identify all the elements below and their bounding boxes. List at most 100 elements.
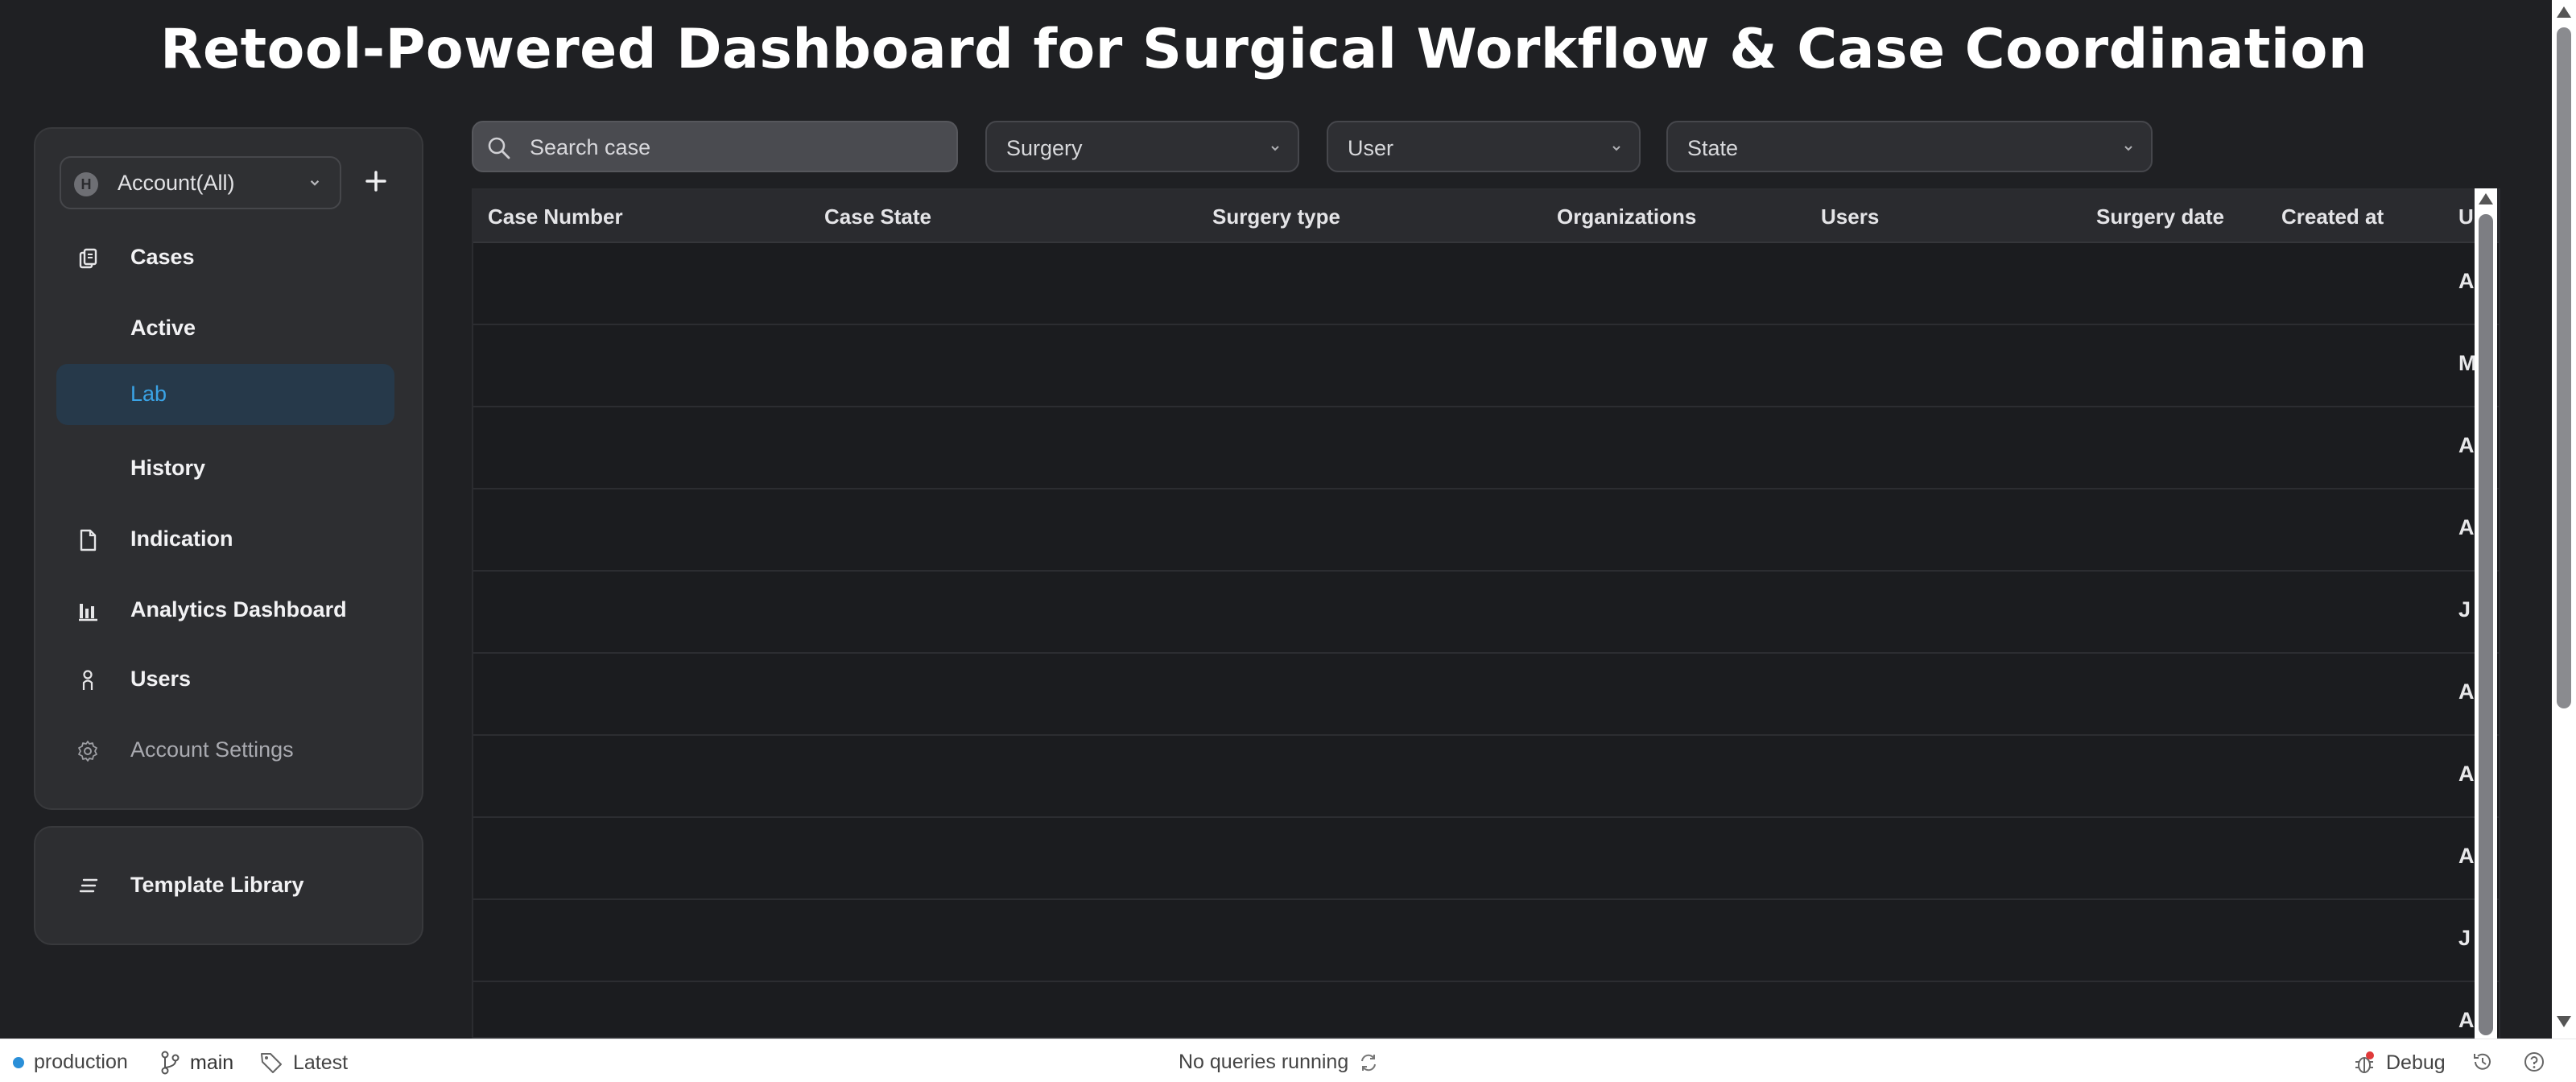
user-filter[interactable]: User (1327, 121, 1641, 172)
column-header-organizations[interactable]: Organizations (1557, 204, 1696, 229)
scrollbar-thumb[interactable] (2479, 214, 2493, 1035)
sidebar-item-users[interactable]: Users (56, 649, 394, 710)
sidebar-item-cases[interactable]: Cases (56, 227, 394, 288)
table-row[interactable]: A (473, 818, 2499, 900)
sidebar-item-label: Active (130, 316, 196, 340)
table-row[interactable]: A (473, 489, 2499, 572)
refresh-icon[interactable] (1358, 1052, 1379, 1073)
bug-icon (2355, 1051, 2374, 1073)
app-root: Retool-Powered Dashboard for Surgical Wo… (0, 0, 2576, 1082)
tag-icon (261, 1053, 282, 1073)
gear-icon (78, 741, 97, 762)
environment-indicator[interactable]: production (13, 1051, 128, 1074)
page-title: Retool-Powered Dashboard for Surgical Wo… (160, 18, 2368, 81)
account-select[interactable]: H Account(All) (60, 156, 341, 209)
table-cell: A (2458, 433, 2475, 457)
table-cell: A (2458, 1008, 2475, 1032)
history-button[interactable] (2471, 1051, 2494, 1073)
sidebar-item-label: Indication (130, 527, 233, 551)
state-filter[interactable]: State (1666, 121, 2153, 172)
table-row[interactable]: J (473, 572, 2499, 654)
version-indicator[interactable]: Latest (259, 1051, 348, 1075)
table-row[interactable]: M (473, 325, 2499, 407)
sidebar-item-history[interactable]: History (56, 438, 394, 499)
table-cell: J (2458, 926, 2471, 950)
sidebar-item-label: Users (130, 667, 192, 691)
sidebar-item-label: Template Library (130, 873, 304, 897)
scrollbar-thumb[interactable] (2557, 27, 2571, 708)
column-header-case-number[interactable]: Case Number (488, 204, 623, 229)
column-header-users[interactable]: Users (1821, 204, 1879, 229)
column-header-case-state[interactable]: Case State (824, 204, 931, 229)
table-row[interactable]: A (473, 654, 2499, 736)
column-header-surgery-date[interactable]: Surgery date (2096, 204, 2224, 229)
sidebar-item-template-library[interactable]: Template Library (56, 855, 394, 916)
search-input[interactable] (530, 132, 932, 163)
sidebar-item-label: Cases (130, 245, 195, 269)
version-label: Latest (293, 1051, 349, 1074)
sidebar-item-label: Lab (130, 382, 167, 406)
help-button[interactable] (2523, 1051, 2545, 1073)
account-label: Account(All) (118, 171, 235, 195)
column-header-truncated[interactable]: U (2458, 204, 2474, 229)
surgery-filter[interactable]: Surgery (985, 121, 1299, 172)
chevron-down-icon (310, 180, 320, 186)
user-filter-label: User (1348, 136, 1394, 160)
table-row[interactable]: A (473, 243, 2499, 325)
scroll-down-arrow-icon[interactable] (2557, 1016, 2571, 1027)
table-scrollbar[interactable] (2475, 188, 2497, 1039)
query-status-label: No queries running (1179, 1051, 1349, 1073)
scroll-up-arrow-icon[interactable] (2557, 6, 2571, 18)
surgery-filter-label: Surgery (1006, 136, 1083, 160)
account-badge: H (74, 172, 98, 196)
table-cell: A (2458, 269, 2475, 293)
add-account-button[interactable] (357, 163, 394, 200)
table-cell: A (2458, 844, 2475, 868)
search-icon (488, 137, 510, 159)
document-icon (80, 529, 97, 551)
environment-status-dot (13, 1056, 24, 1068)
table-row[interactable]: A (473, 736, 2499, 818)
debug-button[interactable]: Debug (2354, 1051, 2446, 1075)
table-cell: A (2458, 762, 2475, 786)
scroll-up-arrow-icon[interactable] (2479, 193, 2493, 204)
sidebar-item-active[interactable]: Active (56, 298, 394, 359)
table-header: Case Number Case State Surgery type Orga… (473, 190, 2499, 243)
branch-indicator[interactable]: main (159, 1051, 233, 1075)
sidebar-item-analytics[interactable]: Analytics Dashboard (56, 580, 394, 641)
branch-label: main (190, 1051, 234, 1074)
status-bar: production main Latest No queries runnin… (0, 1039, 2576, 1082)
chevron-down-icon (2124, 146, 2132, 151)
column-header-created-at[interactable]: Created at (2281, 204, 2384, 229)
sidebar-item-label: History (130, 456, 206, 480)
table-row[interactable]: A (473, 407, 2499, 489)
table-cell: J (2458, 597, 2471, 622)
state-filter-label: State (1687, 136, 1739, 160)
user-icon (82, 670, 93, 690)
table-row[interactable]: J (473, 900, 2499, 982)
column-header-surgery-type[interactable]: Surgery type (1212, 204, 1340, 229)
cases-icon (79, 248, 97, 269)
sidebar-item-lab[interactable]: Lab (56, 364, 394, 425)
query-status: No queries running (1179, 1051, 1379, 1074)
search-box[interactable] (472, 121, 958, 172)
cases-table: Case Number Case State Surgery type Orga… (472, 188, 2500, 1039)
plus-icon (365, 171, 386, 192)
bar-chart-icon (79, 604, 97, 622)
help-icon (2524, 1052, 2544, 1072)
chevron-down-icon (1271, 146, 1279, 151)
list-icon (79, 878, 98, 893)
history-icon (2474, 1053, 2491, 1070)
table-row[interactable]: A (473, 982, 2499, 1037)
sidebar-item-indication[interactable]: Indication (56, 509, 394, 570)
environment-label: production (34, 1051, 128, 1073)
sidebar-item-account-settings[interactable]: Account Settings (56, 720, 394, 781)
table-cell: A (2458, 515, 2475, 539)
page-scrollbar[interactable] (2552, 0, 2576, 1039)
table-cell: A (2458, 679, 2475, 704)
debug-label: Debug (2386, 1051, 2446, 1074)
sidebar-item-label: Account Settings (130, 737, 294, 762)
sidebar-item-label: Analytics Dashboard (130, 597, 347, 622)
template-library-card: Template Library (34, 826, 423, 945)
chevron-down-icon (1612, 146, 1620, 151)
